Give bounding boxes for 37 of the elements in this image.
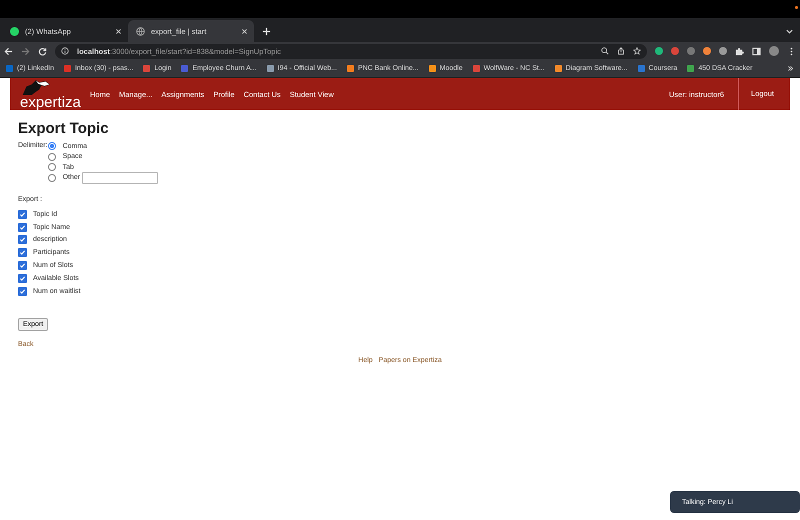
radio-button[interactable]: [48, 142, 56, 150]
extension-icon[interactable]: [719, 47, 727, 55]
other-input-field[interactable]: [82, 172, 158, 184]
zoom-icon[interactable]: [601, 47, 609, 55]
page-title: Export Topic: [18, 120, 110, 137]
extension-icon[interactable]: [655, 47, 663, 55]
more-icon[interactable]: [787, 65, 794, 72]
sidebar-icon[interactable]: [752, 46, 761, 56]
globe-icon: [136, 26, 145, 36]
checkbox[interactable]: [18, 210, 27, 219]
checkbox[interactable]: [18, 222, 27, 232]
checkbox[interactable]: [18, 261, 27, 270]
checkbox[interactable]: [18, 235, 27, 244]
puzzle-icon[interactable]: [735, 46, 744, 56]
radio-button[interactable]: [48, 152, 56, 161]
close-icon[interactable]: [241, 28, 248, 34]
back-icon[interactable]: [4, 46, 13, 56]
radio-button[interactable]: [48, 174, 56, 182]
extension-icon[interactable]: [671, 47, 679, 55]
avatar-icon[interactable]: [769, 46, 779, 56]
checkbox[interactable]: [18, 274, 27, 283]
chat-icon: [10, 26, 19, 36]
share-icon[interactable]: [617, 47, 625, 55]
close-icon[interactable]: [115, 28, 122, 34]
info-icon: [61, 47, 69, 55]
reload-icon[interactable]: [38, 46, 47, 56]
checkbox[interactable]: [18, 248, 27, 258]
checkbox[interactable]: [18, 286, 27, 296]
forward-icon[interactable]: [21, 46, 30, 56]
extension-icon[interactable]: [687, 47, 695, 55]
extension-icon[interactable]: [703, 47, 711, 55]
logo-text[interactable]: expertiza: [20, 95, 81, 110]
star-icon[interactable]: [633, 47, 641, 55]
new-tab-icon[interactable]: [262, 27, 271, 36]
chevron-icon[interactable]: [785, 27, 794, 36]
notification-dot: [795, 6, 798, 9]
radio-button[interactable]: [48, 163, 56, 172]
